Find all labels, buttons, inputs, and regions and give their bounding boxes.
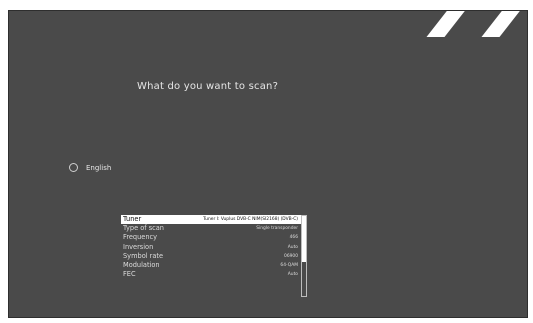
setting-row-type-of-scan[interactable]: Type of scan Single transponder bbox=[121, 224, 307, 233]
setting-row-symbol-rate[interactable]: Symbol rate 06900 bbox=[121, 252, 307, 261]
setting-value: 64-QAM bbox=[280, 262, 298, 268]
setting-key: Frequency bbox=[123, 233, 158, 242]
language-option[interactable]: English bbox=[69, 163, 111, 172]
language-label: English bbox=[86, 163, 112, 172]
setting-value: Tuner I: Vuplus DVB-C NIM(SI2168) (DVB-C… bbox=[203, 217, 298, 222]
setting-value: Auto bbox=[287, 244, 298, 250]
setting-key: Modulation bbox=[123, 260, 160, 269]
scan-settings-panel: Tuner Tuner I: Vuplus DVB-C NIM(SI2168) … bbox=[121, 215, 307, 299]
settings-scrollbar[interactable] bbox=[301, 215, 307, 297]
radio-icon[interactable] bbox=[69, 163, 78, 172]
setting-value: Auto bbox=[287, 272, 298, 278]
setting-row-fec[interactable]: FEC Auto bbox=[121, 270, 307, 279]
setting-row-tuner[interactable]: Tuner Tuner I: Vuplus DVB-C NIM(SI2168) … bbox=[121, 215, 307, 225]
setting-value: Single transponder bbox=[256, 226, 298, 232]
setting-row-modulation[interactable]: Modulation 64-QAM bbox=[121, 261, 307, 270]
setting-key: Inversion bbox=[123, 242, 154, 251]
setting-row-frequency[interactable]: Frequency 466 bbox=[121, 233, 307, 242]
scan-screen: What do you want to scan? English Tuner … bbox=[8, 10, 533, 318]
setting-key: Tuner bbox=[123, 215, 142, 223]
setting-key: FEC bbox=[123, 270, 136, 279]
scan-question: What do you want to scan? bbox=[137, 81, 279, 92]
setting-value: 466 bbox=[289, 235, 298, 241]
setting-value: 06900 bbox=[284, 253, 298, 259]
corner-decoration bbox=[399, 11, 533, 37]
setting-row-inversion[interactable]: Inversion Auto bbox=[121, 243, 307, 252]
setting-key: Symbol rate bbox=[123, 251, 164, 260]
setting-key: Type of scan bbox=[123, 224, 164, 233]
scrollbar-thumb[interactable] bbox=[302, 216, 306, 262]
